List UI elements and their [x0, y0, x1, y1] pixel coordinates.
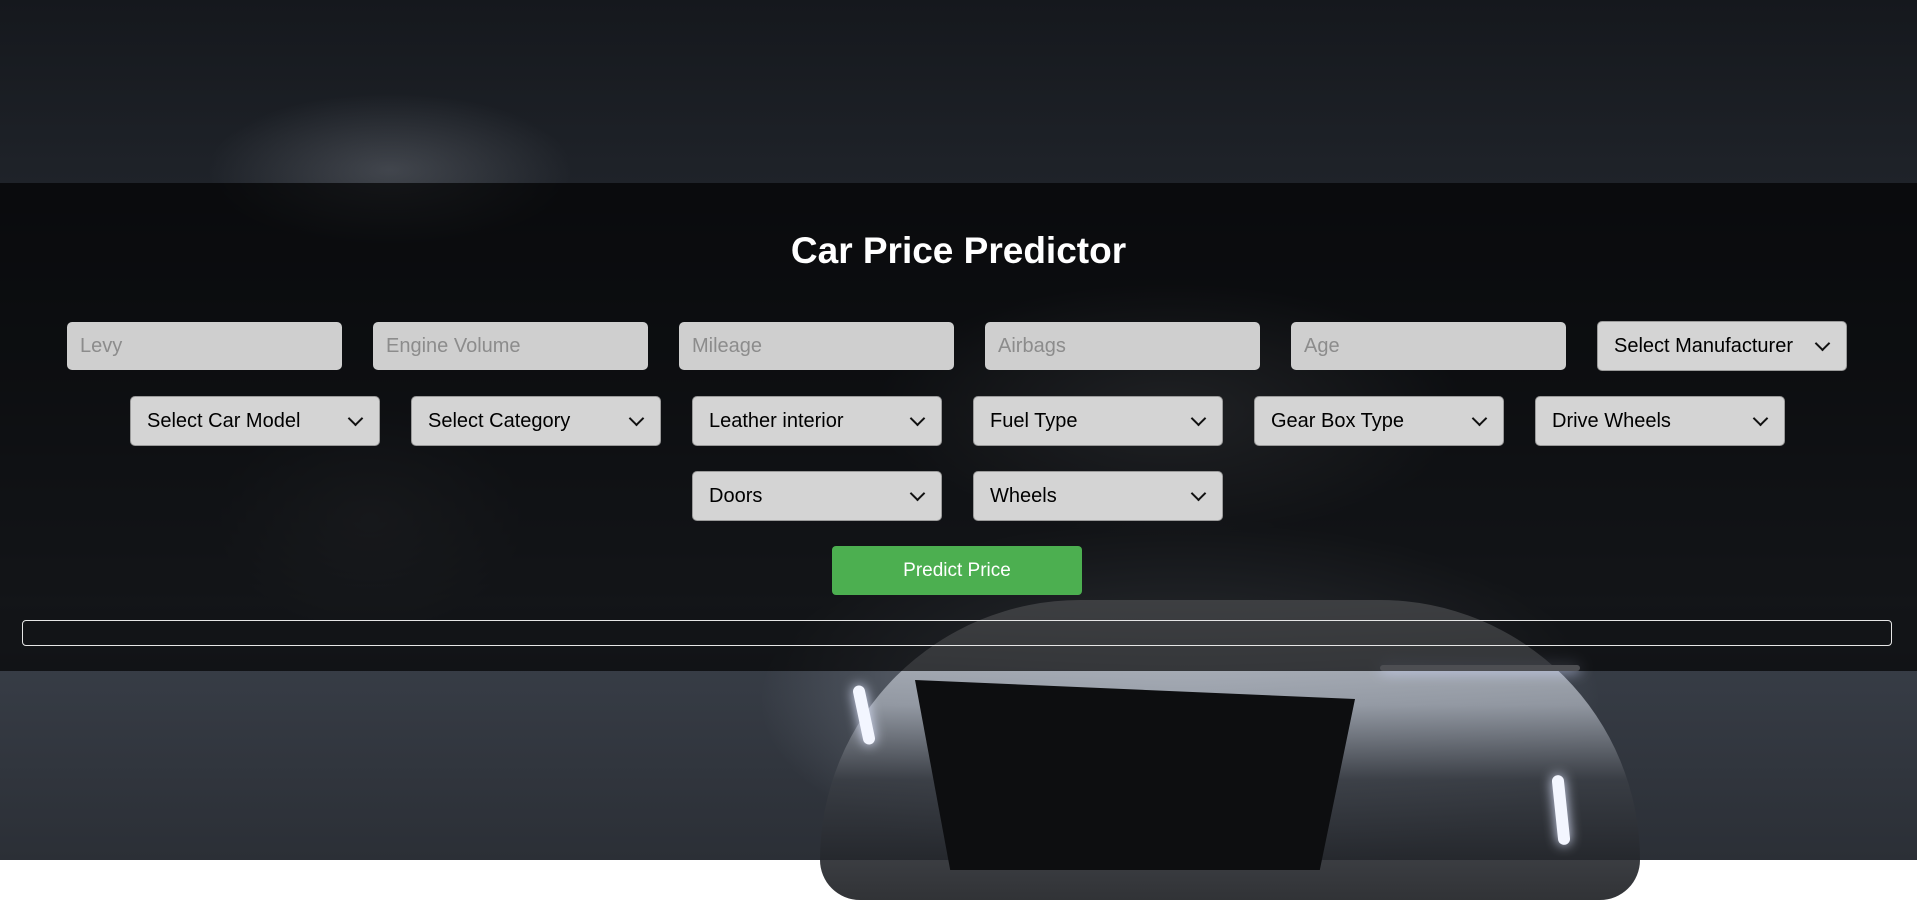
manufacturer-select[interactable]: Select Manufacturer [1597, 321, 1847, 371]
chevron-down-icon [1471, 410, 1488, 426]
gear-box-type-select-value: Gear Box Type [1271, 409, 1405, 432]
fuel-type-select-value: Fuel Type [990, 409, 1078, 432]
leather-interior-select[interactable]: Leather interior [692, 396, 942, 446]
prediction-result-box [22, 620, 1892, 646]
drive-wheels-select[interactable]: Drive Wheels [1535, 396, 1785, 446]
chevron-down-icon [909, 410, 926, 426]
levy-input[interactable] [67, 322, 342, 370]
chevron-down-icon [628, 410, 645, 426]
car-model-select[interactable]: Select Car Model [130, 396, 380, 446]
chevron-down-icon [1190, 485, 1207, 501]
category-select[interactable]: Select Category [411, 396, 661, 446]
age-input[interactable] [1291, 322, 1566, 370]
chevron-down-icon [347, 410, 364, 426]
mileage-input[interactable] [679, 322, 954, 370]
doors-select[interactable]: Doors [692, 471, 942, 521]
chevron-down-icon [1190, 410, 1207, 426]
chevron-down-icon [1752, 410, 1769, 426]
wheels-select-value: Wheels [990, 484, 1057, 507]
gear-box-type-select[interactable]: Gear Box Type [1254, 396, 1504, 446]
engine-volume-input[interactable] [373, 322, 648, 370]
car-grille-shape [915, 680, 1355, 870]
leather-interior-select-value: Leather interior [709, 409, 844, 432]
airbags-input[interactable] [985, 322, 1260, 370]
chevron-down-icon [909, 485, 926, 501]
wheels-select[interactable]: Wheels [973, 471, 1223, 521]
doors-select-value: Doors [709, 484, 763, 507]
predict-price-button[interactable]: Predict Price [832, 546, 1082, 595]
page-title: Car Price Predictor [790, 230, 1127, 271]
category-select-value: Select Category [428, 409, 571, 432]
car-model-select-value: Select Car Model [147, 409, 301, 432]
fuel-type-select[interactable]: Fuel Type [973, 396, 1223, 446]
drive-wheels-select-value: Drive Wheels [1552, 409, 1671, 432]
chevron-down-icon [1814, 335, 1831, 351]
manufacturer-select-value: Select Manufacturer [1614, 334, 1793, 357]
